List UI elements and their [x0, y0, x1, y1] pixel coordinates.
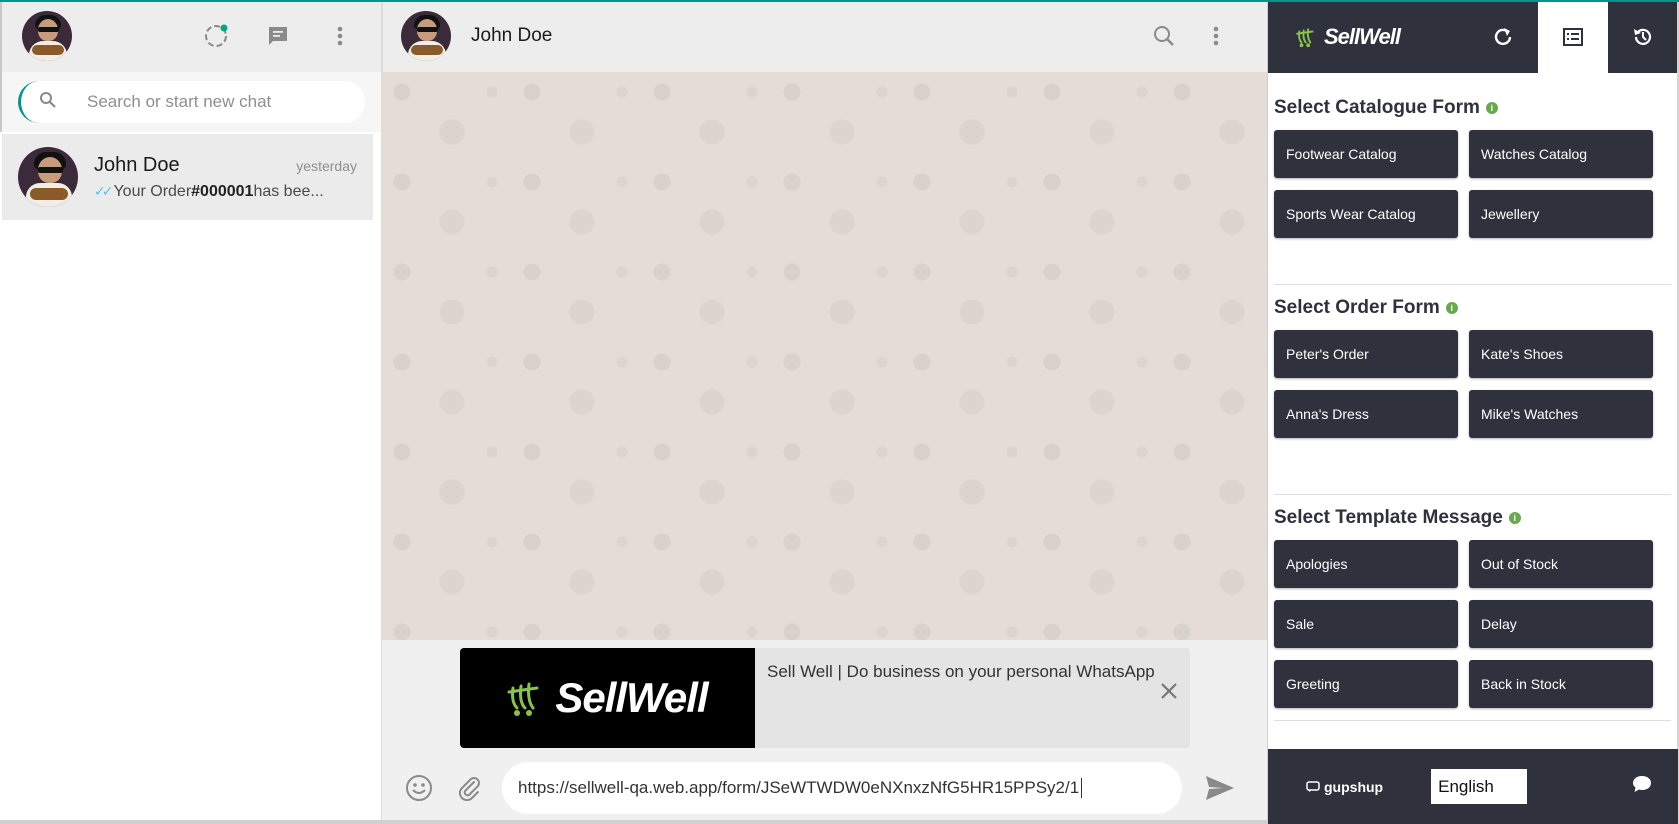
- send-icon[interactable]: [1204, 772, 1236, 804]
- template-button-out-of-stock[interactable]: Out of Stock: [1469, 540, 1653, 588]
- sellwell-brand-text: SellWell: [1324, 23, 1401, 49]
- sellwell-header: SellWell: [1268, 0, 1677, 73]
- search-bar: Search or start new chat: [0, 72, 381, 132]
- sellwell-panel: SellWell Select Catalogue Form i Footwea…: [1267, 0, 1679, 824]
- input-row: https://sellwell-qa.web.app/form/JSeWTWD…: [382, 758, 1267, 818]
- catalogue-form-section: Select Catalogue Form i Footwear Catalog…: [1268, 97, 1677, 238]
- chat-preview: ✓✓ Your Order #000001 has bee...: [94, 183, 357, 201]
- template-button-apologies[interactable]: Apologies: [1274, 540, 1458, 588]
- conversation-panel: John Doe SellWell Sell Well | Do busines…: [382, 0, 1267, 824]
- catalog-button-footwear[interactable]: Footwear Catalog: [1274, 130, 1458, 178]
- link-preview-card[interactable]: SellWell Sell Well | Do business on your…: [460, 648, 1190, 748]
- catalog-button-sports-wear[interactable]: Sports Wear Catalog: [1274, 190, 1458, 238]
- message-input-value: https://sellwell-qa.web.app/form/JSeWTWD…: [518, 778, 1080, 797]
- my-avatar[interactable]: [22, 11, 72, 61]
- gupshup-logo: gupshup: [1306, 779, 1383, 795]
- section-title: Select Template Message i: [1274, 507, 1671, 529]
- message-input[interactable]: https://sellwell-qa.web.app/form/JSeWTWD…: [502, 762, 1182, 814]
- section-divider: [1274, 720, 1671, 721]
- sellwell-logo-icon: [1296, 27, 1314, 47]
- section-divider: [1274, 494, 1671, 495]
- composer: SellWell Sell Well | Do business on your…: [382, 640, 1267, 824]
- info-icon[interactable]: i: [1485, 102, 1498, 114]
- conversation-actions: [1151, 23, 1229, 49]
- bottom-divider: [0, 820, 1267, 824]
- double-tick-icon: ✓✓: [94, 183, 114, 199]
- list-icon[interactable]: [1538, 0, 1608, 73]
- info-icon[interactable]: i: [1445, 302, 1458, 314]
- attach-icon[interactable]: [454, 773, 484, 803]
- template-button-delay[interactable]: Delay: [1469, 600, 1653, 648]
- chat-meta: John Doe yesterday ✓✓ Your Order #000001…: [94, 154, 357, 201]
- sellwell-footer: gupshup English: [1268, 749, 1678, 824]
- template-message-section: Select Template Message i Apologies Out …: [1268, 507, 1677, 708]
- new-chat-icon[interactable]: [265, 23, 291, 49]
- status-icon[interactable]: [203, 23, 229, 49]
- search-icon: [39, 91, 57, 114]
- order-button-peters[interactable]: Peter's Order: [1274, 330, 1458, 378]
- whatsapp-web-app: Search or start new chat John Doe yester…: [0, 0, 1679, 824]
- close-icon[interactable]: [1160, 682, 1178, 705]
- left-header: [0, 0, 381, 72]
- language-select[interactable]: English: [1431, 769, 1528, 804]
- chat-wallpaper: [382, 72, 1267, 640]
- sellwell-brand: SellWell: [1296, 23, 1401, 50]
- search-placeholder: Search or start new chat: [87, 92, 272, 111]
- order-form-section: Select Order Form i Peter's Order Kate's…: [1268, 297, 1677, 438]
- section-title: Select Catalogue Form i: [1274, 97, 1671, 119]
- template-button-greeting[interactable]: Greeting: [1274, 660, 1458, 708]
- link-preview-image: SellWell: [460, 648, 755, 748]
- preview-suffix: has bee...: [253, 182, 324, 200]
- link-preview-title: Sell Well | Do business on your personal…: [767, 662, 1155, 681]
- order-button-mikes-watches[interactable]: Mike's Watches: [1469, 390, 1653, 438]
- gupshup-icon: [1306, 780, 1320, 792]
- section-title: Select Order Form i: [1274, 297, 1671, 319]
- chat-list-item[interactable]: John Doe yesterday ✓✓ Your Order #000001…: [2, 134, 373, 220]
- preview-logo-text: SellWell: [555, 674, 708, 721]
- text-caret: [1081, 778, 1083, 798]
- menu-dots-icon[interactable]: [327, 23, 353, 49]
- search-input[interactable]: Search or start new chat: [18, 81, 365, 123]
- catalog-button-watches[interactable]: Watches Catalog: [1469, 130, 1653, 178]
- info-icon[interactable]: i: [1508, 512, 1521, 524]
- contact-avatar: [18, 147, 78, 207]
- chat-time: yesterday: [296, 157, 357, 174]
- template-button-sale[interactable]: Sale: [1274, 600, 1458, 648]
- refresh-icon[interactable]: [1468, 0, 1538, 73]
- order-button-annas-dress[interactable]: Anna's Dress: [1274, 390, 1458, 438]
- menu-dots-icon[interactable]: [1203, 23, 1229, 49]
- chat-list-panel: Search or start new chat John Doe yester…: [0, 0, 382, 824]
- sellwell-logo-icon: [507, 682, 539, 716]
- section-divider: [1274, 284, 1671, 285]
- history-icon[interactable]: [1608, 0, 1678, 73]
- top-accent-bar: [0, 0, 1679, 2]
- preview-prefix: Your Order: [113, 182, 192, 200]
- contact-name[interactable]: John Doe: [471, 25, 552, 47]
- conversation-header: John Doe: [382, 0, 1267, 72]
- template-button-back-in-stock[interactable]: Back in Stock: [1469, 660, 1653, 708]
- language-select-wrap: English: [1429, 767, 1530, 806]
- contact-header-avatar[interactable]: [401, 11, 451, 61]
- preview-order-number: #000001: [191, 182, 254, 200]
- catalog-button-jewellery[interactable]: Jewellery: [1469, 190, 1653, 238]
- emoji-icon[interactable]: [404, 773, 434, 803]
- search-icon[interactable]: [1151, 23, 1177, 49]
- chat-name: John Doe: [94, 153, 180, 176]
- left-header-actions: [203, 23, 353, 49]
- chat-bubble-icon[interactable]: [1632, 775, 1652, 798]
- order-button-kates-shoes[interactable]: Kate's Shoes: [1469, 330, 1653, 378]
